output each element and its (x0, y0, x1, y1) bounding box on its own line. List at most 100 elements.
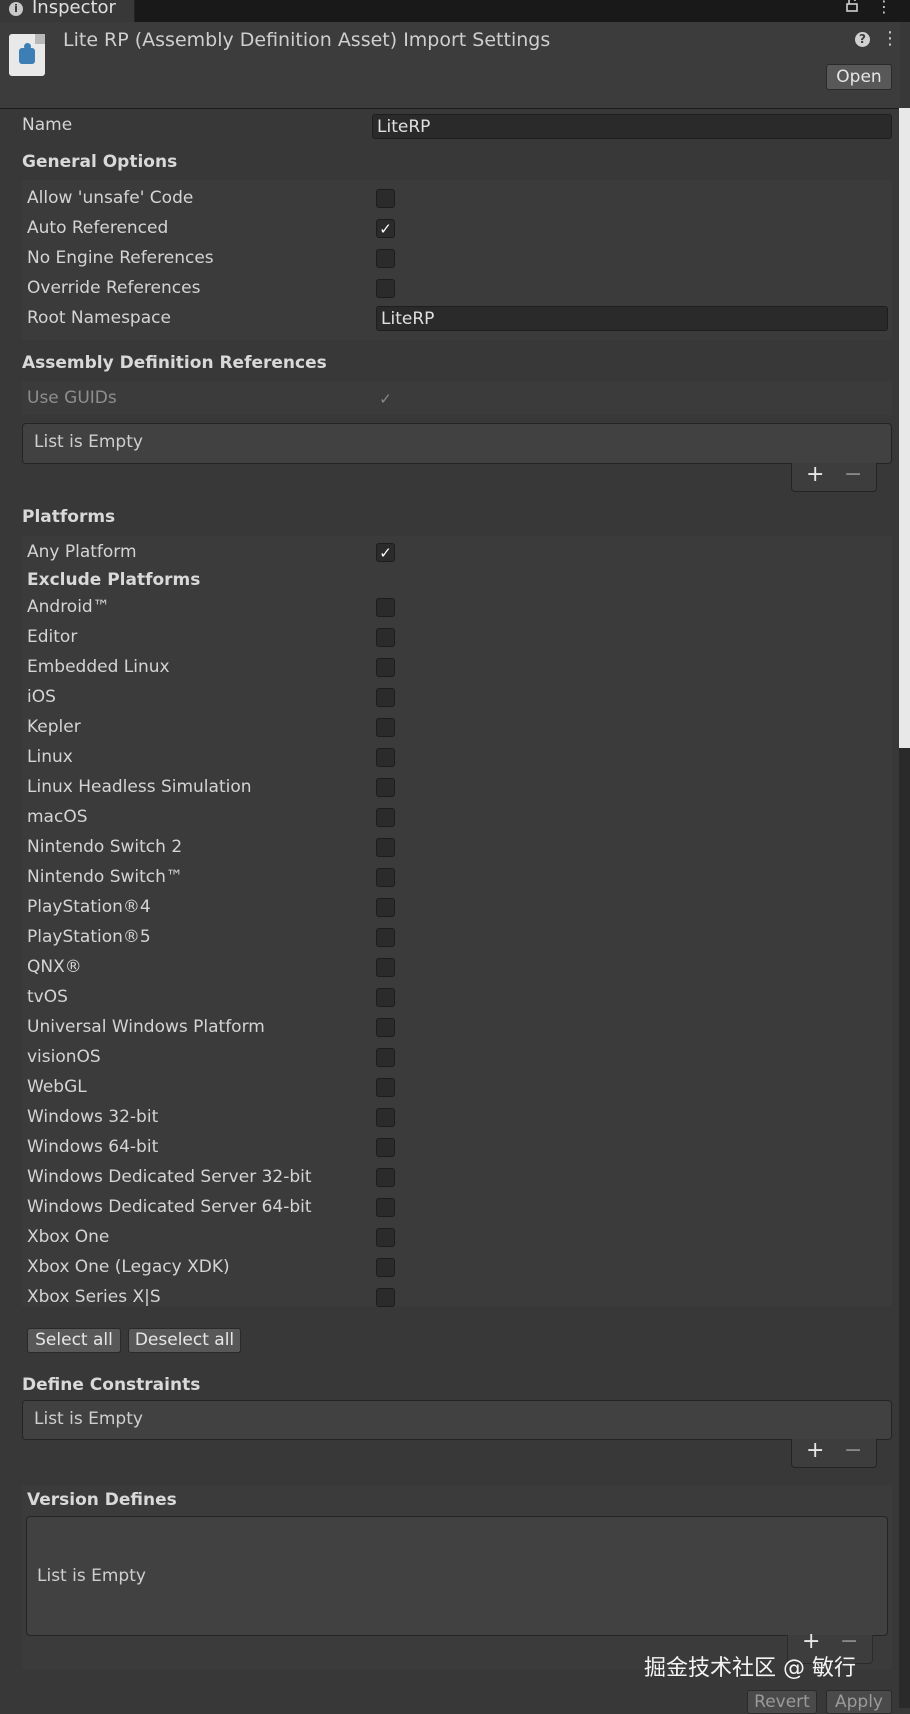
info-icon: i (9, 2, 23, 16)
platform-label: Windows Dedicated Server 64-bit (27, 1197, 312, 1217)
platform-label: Linux Headless Simulation (27, 777, 252, 797)
assembly-references-list-controls: + − (791, 462, 877, 492)
add-reference-button[interactable]: + (806, 462, 824, 487)
platform-label: Embedded Linux (27, 657, 170, 677)
platform-checkbox[interactable] (376, 718, 395, 737)
root-namespace-field[interactable]: LiteRP (376, 306, 888, 331)
platform-checkbox[interactable] (376, 1258, 395, 1277)
allow-unsafe-label: Allow 'unsafe' Code (27, 188, 194, 208)
platform-label: Windows Dedicated Server 32-bit (27, 1167, 312, 1187)
platform-label: PlayStation®5 (27, 927, 151, 947)
define-constraints-list-controls: + − (791, 1438, 877, 1468)
platform-checkbox[interactable] (376, 1018, 395, 1037)
platform-checkbox[interactable] (376, 1228, 395, 1247)
platform-label: Editor (27, 627, 78, 647)
platform-checkbox[interactable] (376, 778, 395, 797)
platform-label: Nintendo Switch™ (27, 867, 183, 887)
platform-label: PlayStation®4 (27, 897, 151, 917)
platform-checkbox[interactable] (376, 628, 395, 647)
version-defines-title: Version Defines (27, 1490, 177, 1510)
no-engine-references-checkbox[interactable] (376, 249, 395, 268)
tab-inspector-label: Inspector (32, 0, 116, 18)
platform-label: Windows 64-bit (27, 1137, 159, 1157)
open-button[interactable]: Open (826, 64, 892, 90)
platform-checkbox[interactable] (376, 898, 395, 917)
assembly-references-title: Assembly Definition References (22, 353, 327, 373)
scrollbar[interactable] (899, 108, 910, 748)
assembly-references-list: List is Empty (22, 423, 892, 464)
tab-bar: i Inspector ⋮ (0, 0, 910, 22)
platform-checkbox[interactable] (376, 598, 395, 617)
any-platform-label: Any Platform (27, 542, 137, 562)
add-constraint-button[interactable]: + (806, 1438, 824, 1463)
exclude-platforms-title: Exclude Platforms (27, 570, 201, 590)
more-options-icon[interactable]: ⋮ (881, 28, 899, 49)
platform-checkbox[interactable] (376, 808, 395, 827)
version-defines-empty-text: List is Empty (37, 1566, 146, 1586)
apply-button[interactable]: Apply (826, 1690, 892, 1714)
revert-button[interactable]: Revert (747, 1690, 817, 1714)
platform-label: Linux (27, 747, 73, 767)
header-title: Lite RP (Assembly Definition Asset) Impo… (63, 29, 551, 51)
help-icon[interactable]: ? (855, 32, 870, 47)
platform-label: Nintendo Switch 2 (27, 837, 183, 857)
platform-label: visionOS (27, 1047, 101, 1067)
no-engine-references-label: No Engine References (27, 248, 214, 268)
window-menu-icon[interactable]: ⋮ (876, 0, 892, 16)
define-constraints-list: List is Empty (22, 1400, 892, 1440)
platform-checkbox[interactable] (376, 688, 395, 707)
platform-label: Xbox Series X|S (27, 1287, 161, 1307)
platform-checkbox[interactable] (376, 928, 395, 947)
platform-checkbox[interactable] (376, 1078, 395, 1097)
platform-checkbox[interactable] (376, 748, 395, 767)
tab-inspector[interactable]: i Inspector (0, 0, 135, 22)
root-namespace-label: Root Namespace (27, 308, 171, 328)
override-references-label: Override References (27, 278, 201, 298)
auto-referenced-checkbox[interactable]: ✓ (376, 219, 395, 238)
platform-label: iOS (27, 687, 56, 707)
assembly-definition-icon (9, 34, 45, 76)
platform-checkbox[interactable] (376, 838, 395, 857)
platform-checkbox[interactable] (376, 958, 395, 977)
platform-label: Xbox One (27, 1227, 110, 1247)
remove-constraint-button[interactable]: − (844, 1438, 862, 1463)
name-label: Name (22, 115, 73, 135)
platform-label: Android™ (27, 597, 110, 617)
platform-checkbox[interactable] (376, 1168, 395, 1187)
platform-label: macOS (27, 807, 88, 827)
use-guids-label: Use GUIDs (27, 388, 117, 408)
platform-checkbox[interactable] (376, 1108, 395, 1127)
platform-label: tvOS (27, 987, 68, 1007)
platform-checkbox[interactable] (376, 1138, 395, 1157)
version-defines-list: List is Empty (26, 1516, 888, 1636)
remove-reference-button[interactable]: − (844, 462, 862, 487)
platform-label: QNX® (27, 957, 82, 977)
platform-checkbox[interactable] (376, 1048, 395, 1067)
use-guids-checkbox: ✓ (379, 390, 392, 408)
platform-label: Windows 32-bit (27, 1107, 159, 1127)
platform-checkbox[interactable] (376, 988, 395, 1007)
general-options-title: General Options (22, 152, 178, 172)
watermark: 掘金技术社区 @ 敏行 (644, 1656, 856, 1681)
override-references-checkbox[interactable] (376, 279, 395, 298)
inspector-header: Lite RP (Assembly Definition Asset) Impo… (0, 22, 900, 109)
platform-label: Kepler (27, 717, 81, 737)
name-field[interactable]: LiteRP (372, 114, 892, 139)
lock-icon[interactable] (845, 0, 859, 17)
platforms-group (22, 536, 892, 1306)
auto-referenced-label: Auto Referenced (27, 218, 169, 238)
select-all-button[interactable]: Select all (27, 1328, 121, 1353)
any-platform-checkbox[interactable]: ✓ (376, 543, 395, 562)
deselect-all-button[interactable]: Deselect all (128, 1328, 241, 1353)
platform-checkbox[interactable] (376, 868, 395, 887)
allow-unsafe-checkbox[interactable] (376, 189, 395, 208)
assembly-references-group (22, 381, 892, 415)
platforms-title: Platforms (22, 507, 116, 527)
assembly-references-empty-text: List is Empty (34, 432, 143, 452)
scene-view-edge (899, 748, 910, 1708)
platform-checkbox[interactable] (376, 1198, 395, 1217)
platform-label: WebGL (27, 1077, 87, 1097)
platform-label: Universal Windows Platform (27, 1017, 265, 1037)
platform-checkbox[interactable] (376, 658, 395, 677)
platform-checkbox[interactable] (376, 1288, 395, 1307)
